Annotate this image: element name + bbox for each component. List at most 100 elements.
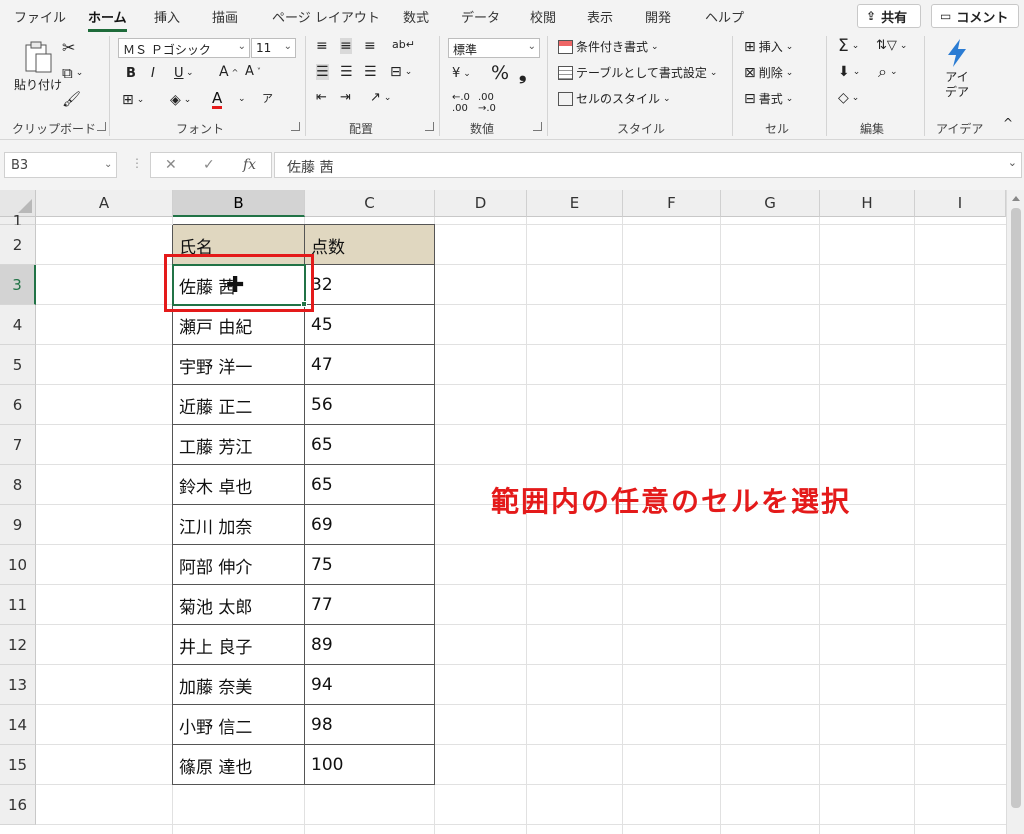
- font-color-icon[interactable]: A: [212, 90, 223, 109]
- row-header-14[interactable]: 14: [0, 705, 36, 745]
- row-header-10[interactable]: 10: [0, 545, 36, 585]
- table-cell-name[interactable]: 工藤 芳江: [173, 425, 305, 465]
- cancel-icon[interactable]: ✕: [165, 157, 177, 173]
- cut-icon[interactable]: ✂: [62, 38, 75, 57]
- tab-developer[interactable]: 開発: [645, 7, 671, 26]
- table-cell-name[interactable]: 加藤 奈美: [173, 665, 305, 705]
- percent-button[interactable]: %: [491, 62, 509, 84]
- row-header-8[interactable]: 8: [0, 465, 36, 505]
- cell-styles-button[interactable]: セルのスタイル ⌄: [558, 90, 671, 107]
- row-header-1[interactable]: 1: [0, 214, 36, 229]
- row-header-13[interactable]: 13: [0, 665, 36, 705]
- sort-filter-icon[interactable]: ⇅▽ ⌄: [876, 38, 907, 53]
- table-cell-score[interactable]: 65: [305, 425, 435, 465]
- column-header-f[interactable]: F: [623, 190, 721, 217]
- find-select-icon[interactable]: ⌕ ⌄: [878, 62, 898, 82]
- shrink-font-icon[interactable]: A ˅: [245, 64, 261, 79]
- table-cell-name[interactable]: 井上 良子: [173, 625, 305, 665]
- phonetic-icon[interactable]: ア: [262, 90, 273, 106]
- comment-button[interactable]: ▭ コメント: [931, 4, 1019, 28]
- table-cell-name[interactable]: 阿部 伸介: [173, 545, 305, 585]
- tab-insert[interactable]: 挿入: [154, 7, 180, 26]
- formula-input[interactable]: 佐藤 茜 ⌄: [274, 152, 1022, 178]
- merge-center-icon[interactable]: ⊟ ⌄: [390, 64, 412, 80]
- tab-view[interactable]: 表示: [587, 7, 613, 26]
- row-header-16[interactable]: 16: [0, 785, 36, 825]
- copy-icon[interactable]: ⧉ ⌄: [62, 64, 83, 82]
- table-cell-score[interactable]: 47: [305, 345, 435, 385]
- decrease-decimal-icon[interactable]: .00 →.0: [478, 92, 496, 114]
- table-cell-name[interactable]: 菊池 太郎: [173, 585, 305, 625]
- worksheet-grid[interactable]: A B C D E F G H I 1 2 3 4 5 6 7 8 9 10 11 12 13 14 15 16 氏名 点数 佐藤 茜…: [0, 190, 1024, 834]
- insert-cells-button[interactable]: ⊞ 挿入 ⌄: [744, 38, 793, 55]
- column-header-g[interactable]: G: [721, 190, 820, 217]
- row-header-4[interactable]: 4: [0, 305, 36, 345]
- table-cell-score[interactable]: 75: [305, 545, 435, 585]
- row-header-5[interactable]: 5: [0, 345, 36, 385]
- row-header-2[interactable]: 2: [0, 225, 36, 265]
- increase-decimal-icon[interactable]: ←.0.00: [452, 92, 470, 114]
- autosum-icon[interactable]: Σ ⌄: [838, 36, 859, 56]
- border-icon[interactable]: ⊞ ⌄: [122, 92, 144, 108]
- table-cell-name[interactable]: 篠原 達也: [173, 745, 305, 785]
- column-header-b[interactable]: B: [173, 190, 305, 217]
- underline-button[interactable]: U: [174, 66, 184, 81]
- table-cell-name[interactable]: 江川 加奈: [173, 505, 305, 545]
- table-header-score[interactable]: 点数: [305, 225, 435, 265]
- fill-color-icon[interactable]: ◈ ⌄: [170, 92, 191, 108]
- font-size-select[interactable]: 11 ⌄: [251, 38, 296, 58]
- tab-review[interactable]: 校閲: [530, 7, 556, 26]
- column-header-i[interactable]: I: [915, 190, 1006, 217]
- row-header-15[interactable]: 15: [0, 745, 36, 785]
- row-header-11[interactable]: 11: [0, 585, 36, 625]
- table-cell-score[interactable]: 69: [305, 505, 435, 545]
- row-header-9[interactable]: 9: [0, 505, 36, 545]
- number-format-select[interactable]: 標準 ⌄: [448, 38, 540, 58]
- align-top-icon[interactable]: ≡: [316, 38, 328, 54]
- row-header-6[interactable]: 6: [0, 385, 36, 425]
- table-cell-score[interactable]: 32: [305, 265, 435, 305]
- chevron-down-icon[interactable]: ⌄: [186, 68, 194, 78]
- tab-formulas[interactable]: 数式: [403, 7, 429, 26]
- font-name-select[interactable]: ＭＳ Ｐゴシック ⌄: [118, 38, 250, 58]
- paste-button[interactable]: 貼り付け: [14, 40, 62, 93]
- increase-indent-icon[interactable]: ⇥: [340, 90, 351, 105]
- chevron-down-icon[interactable]: ⌄: [238, 94, 246, 104]
- tab-page-layout[interactable]: ページ レイアウト: [272, 7, 380, 26]
- drag-handle-icon[interactable]: ⋮: [131, 156, 143, 170]
- row-header-3[interactable]: 3: [0, 265, 36, 305]
- orientation-icon[interactable]: ↗ ⌄: [370, 90, 391, 105]
- table-cell-score[interactable]: 56: [305, 385, 435, 425]
- table-cell-score[interactable]: 45: [305, 305, 435, 345]
- tab-data[interactable]: データ: [461, 7, 500, 26]
- format-painter-icon[interactable]: 🖌: [62, 90, 81, 108]
- align-bottom-icon[interactable]: ≡: [364, 38, 376, 54]
- currency-icon[interactable]: ¥ ⌄: [452, 66, 471, 81]
- insert-function-button[interactable]: fx: [243, 157, 256, 173]
- format-as-table-button[interactable]: テーブルとして書式設定 ⌄: [558, 64, 717, 81]
- clipboard-launcher-icon[interactable]: [97, 122, 106, 131]
- italic-button[interactable]: I: [151, 66, 155, 81]
- column-header-d[interactable]: D: [435, 190, 527, 217]
- clear-icon[interactable]: ◇ ⌄: [838, 90, 859, 106]
- conditional-formatting-button[interactable]: 条件付き書式 ⌄: [558, 38, 659, 55]
- wrap-text-icon[interactable]: ab↵: [392, 38, 415, 51]
- bold-button[interactable]: B: [126, 66, 136, 81]
- collapse-ribbon-icon[interactable]: ^: [1003, 116, 1013, 130]
- column-header-e[interactable]: E: [527, 190, 623, 217]
- delete-cells-button[interactable]: ⊠ 削除 ⌄: [744, 64, 793, 81]
- column-header-a[interactable]: A: [36, 190, 173, 217]
- table-cell-score[interactable]: 98: [305, 705, 435, 745]
- ideas-button[interactable]: アイ デア: [944, 38, 970, 100]
- align-middle-icon[interactable]: ≡: [340, 38, 352, 54]
- tab-home[interactable]: ホーム: [88, 7, 127, 32]
- name-box[interactable]: B3 ⌄: [4, 152, 117, 178]
- row-header-7[interactable]: 7: [0, 425, 36, 465]
- table-cell-name[interactable]: 近藤 正二: [173, 385, 305, 425]
- table-cell-name[interactable]: 小野 信二: [173, 705, 305, 745]
- font-launcher-icon[interactable]: [291, 122, 300, 131]
- tab-file[interactable]: ファイル: [14, 7, 66, 26]
- table-cell-score[interactable]: 100: [305, 745, 435, 785]
- align-right-icon[interactable]: ☰: [364, 64, 377, 80]
- enter-icon[interactable]: ✓: [203, 157, 215, 173]
